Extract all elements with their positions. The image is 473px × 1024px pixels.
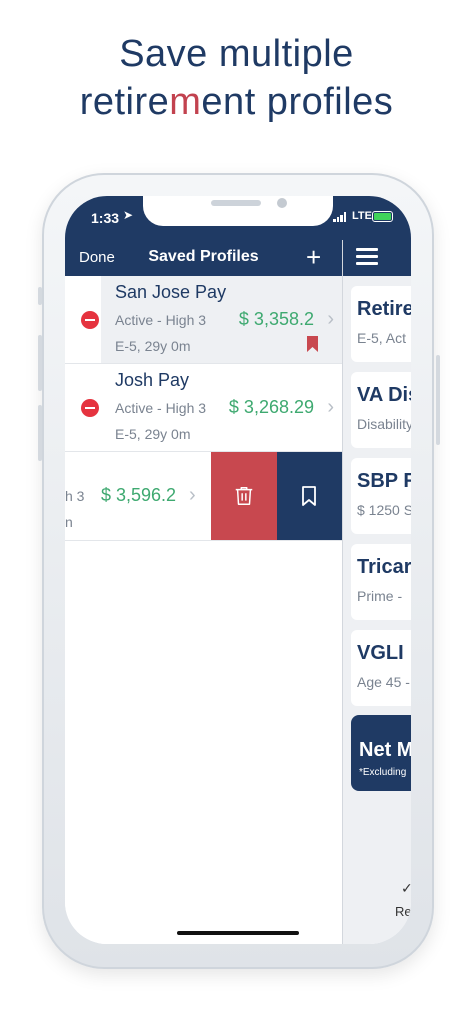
phone-side-button: [38, 287, 42, 305]
phone-power-button: [436, 355, 440, 445]
profile-content[interactable]: Josh Pay Active - High 3 $ 3,268.29 E-5,…: [101, 364, 342, 451]
battery-icon: [372, 211, 393, 222]
right-panel: Retire E-5, Act VA Dis Disability SBP F …: [342, 240, 411, 944]
card-subtitle: Disability: [357, 416, 411, 432]
card-title: VA Dis: [357, 384, 411, 406]
signal-icon: [333, 212, 347, 222]
card-subtitle: Prime -: [357, 588, 403, 604]
delete-toggle-icon[interactable]: [81, 311, 99, 329]
summary-card[interactable]: Retire E-5, Act: [351, 286, 411, 362]
card-subtitle: $ 1250 S: [357, 502, 411, 518]
swiped-list-item[interactable]: h 3 n $ 3,596.2 ›: [65, 452, 342, 541]
profile-amount: $ 3,358.2: [238, 309, 314, 329]
headline-part: ent profiles: [201, 81, 394, 123]
page-title: Saved Profiles: [148, 248, 259, 265]
profile-grade: E-5, 29y 0m: [115, 338, 191, 354]
tab-label[interactable]: Re: [395, 904, 411, 919]
chevron-right-icon: ›: [189, 484, 196, 506]
card-title: VGLI: [357, 642, 404, 664]
card-subtitle: Age 45 -: [357, 674, 410, 690]
nav-bar: Done Saved Profiles +: [65, 240, 342, 276]
network-label: LTE: [352, 210, 372, 222]
summary-card[interactable]: Tricar Prime -: [351, 544, 411, 620]
phone-volume-down: [38, 405, 42, 461]
list-item[interactable]: San Jose Pay Active - High 3 $ 3,358.2 E…: [65, 276, 342, 364]
phone-screen: 1:33 ➤ LTE Done Saved Profiles + San Jos…: [65, 196, 411, 944]
notch: [143, 196, 333, 226]
trash-icon: [235, 487, 253, 505]
bookmark-icon: [302, 486, 316, 506]
card-title: SBP F: [357, 470, 411, 492]
profile-amount: $ 3,596.2: [101, 485, 177, 505]
front-camera: [277, 198, 287, 208]
net-card-subtitle: *Excluding: [359, 767, 407, 778]
profile-grade-fragment: n: [65, 514, 73, 530]
chevron-right-icon: ›: [327, 396, 334, 418]
delete-toggle-icon[interactable]: [81, 399, 99, 417]
profile-name: San Jose Pay: [115, 282, 227, 302]
right-nav-bar: [343, 240, 411, 276]
headline: Save multiple retirement profiles: [0, 30, 473, 126]
summary-card[interactable]: VA Dis Disability: [351, 372, 411, 448]
headline-accent: m: [169, 81, 202, 123]
add-profile-button[interactable]: +: [306, 242, 321, 273]
delete-button[interactable]: [211, 452, 277, 540]
net-summary-card[interactable]: Net M *Excluding: [351, 715, 411, 791]
location-arrow-icon: ➤: [123, 208, 134, 222]
summary-card[interactable]: SBP F $ 1250 S: [351, 458, 411, 534]
speaker-grille: [211, 200, 261, 206]
chevron-right-icon: ›: [327, 308, 334, 330]
headline-line-1: Save multiple: [119, 33, 354, 75]
menu-icon[interactable]: [356, 248, 378, 266]
profile-status-fragment: h 3: [65, 488, 85, 504]
checkmark-icon: ✓: [401, 880, 411, 896]
summary-card[interactable]: VGLI Age 45 -: [351, 630, 411, 706]
profile-name: Josh Pay: [115, 370, 190, 390]
profile-grade: E-5, 29y 0m: [115, 426, 191, 442]
bookmark-filled-icon: [307, 336, 318, 352]
profile-status: Active - High 3: [115, 400, 207, 416]
bookmark-button[interactable]: [277, 452, 342, 540]
list-item[interactable]: Josh Pay Active - High 3 $ 3,268.29 E-5,…: [65, 364, 342, 452]
profile-content[interactable]: San Jose Pay Active - High 3 $ 3,358.2 E…: [101, 276, 342, 363]
headline-part: retire: [79, 81, 170, 123]
home-indicator[interactable]: [177, 931, 299, 935]
status-time: 1:33: [91, 210, 120, 226]
headline-line-2: retirement profiles: [0, 78, 473, 126]
profiles-list: San Jose Pay Active - High 3 $ 3,358.2 E…: [65, 276, 342, 944]
phone-volume-up: [38, 335, 42, 391]
card-title: Tricar: [357, 556, 411, 578]
net-card-title: Net M: [359, 739, 411, 761]
card-title: Retire: [357, 298, 411, 320]
profile-amount: $ 3,268.29: [228, 397, 314, 417]
profile-status: Active - High 3: [115, 312, 207, 328]
card-subtitle: E-5, Act: [357, 330, 407, 346]
